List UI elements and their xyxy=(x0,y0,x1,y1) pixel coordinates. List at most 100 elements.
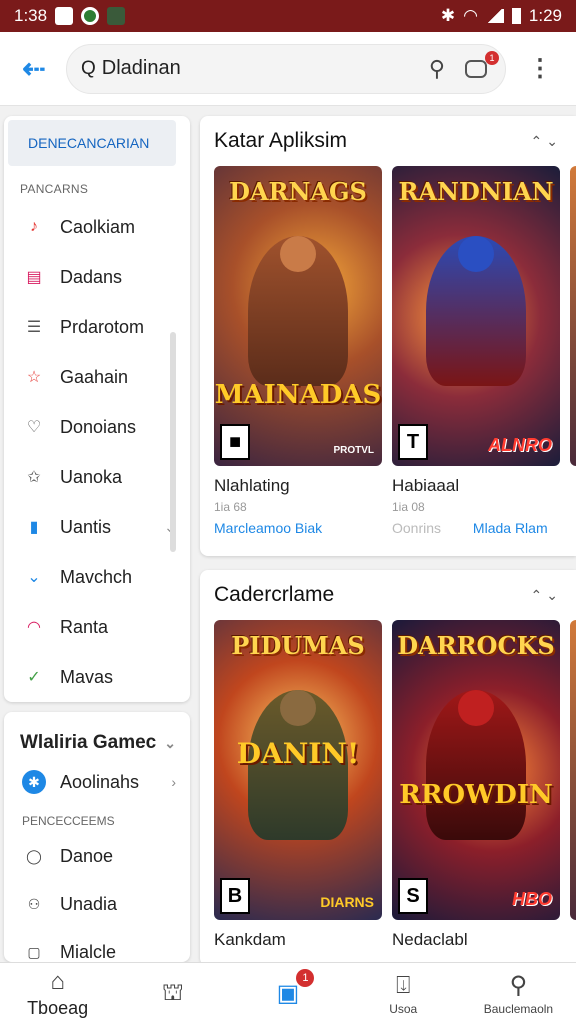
nav-item[interactable]: ⌂ Tboeag xyxy=(0,963,115,1024)
sidebar-item[interactable]: ☆ Gaahain xyxy=(4,352,190,402)
sidebar2-item[interactable]: ✱ Aoolinahs › xyxy=(4,758,190,806)
nav-item-label: Usoa xyxy=(389,1001,418,1016)
cover-character xyxy=(248,236,348,386)
chat-button[interactable]: 1 xyxy=(465,50,499,81)
image-notification-icon xyxy=(107,7,126,25)
sidebar2-title-text: Wlaliria Gamec xyxy=(20,732,157,753)
cover-title: MAINADAS xyxy=(214,380,382,410)
sidebar2-item-label: Danoe xyxy=(60,845,114,866)
bluetooth-icon: ✱ xyxy=(440,6,456,25)
sidebar-item-label: Caolkiam xyxy=(60,216,136,237)
next-card-preview[interactable] xyxy=(570,166,576,466)
nav-item[interactable]: ⚲ Bauclemaoln xyxy=(461,963,576,1024)
back-arrow-icon[interactable]: ⇠ xyxy=(16,51,52,87)
home-icon: ⌂ xyxy=(50,968,65,995)
collapse-arrows-icon[interactable]: ⌃⌄ xyxy=(531,133,562,150)
search-prefix-icon: Q xyxy=(81,57,96,79)
app-notification-icon xyxy=(81,7,100,25)
sidebar-item-label: Gaahain xyxy=(60,366,129,387)
sidebar-item-label: Prdarotom xyxy=(60,316,145,337)
sidebar-item[interactable]: ✩ Uanoka xyxy=(4,452,190,502)
sidebar-item[interactable]: ☰ Prdarotom xyxy=(4,302,190,352)
search-box[interactable]: Q ⚲ 1 xyxy=(66,43,506,94)
sidebar2-item[interactable]: ⚇ Unadia xyxy=(4,880,190,928)
sidebar-item[interactable]: ▤ Dadans xyxy=(4,252,190,302)
sidebar2-subheader: PENCECCEEMS xyxy=(22,814,115,828)
section-games: Cadercrlame ⌃⌄ PIDUMAS DANIN! B DIARNS K… xyxy=(200,570,576,966)
nav-item[interactable]: ⍗ Usoa xyxy=(346,963,461,1024)
age-rating-icon: S xyxy=(398,878,428,914)
sidebar2-title[interactable]: Wlaliria Gamec ⌄ xyxy=(4,712,190,754)
game-title[interactable]: Nedaclabl xyxy=(392,930,560,950)
collapse-arrows-icon[interactable]: ⌃⌄ xyxy=(531,587,562,604)
secondary-sidebar: Wlaliria Gamec ⌄ ✱ Aoolinahs › PENCECCEE… xyxy=(4,712,190,962)
search-icon[interactable]: ⚲ xyxy=(429,56,445,82)
sidebar-item[interactable]: ◠ Ranta xyxy=(4,602,190,652)
game-link-secondary[interactable]: Mlada Rlam xyxy=(473,520,548,536)
sidebar-item[interactable]: ⌄ Mavchch xyxy=(4,552,190,602)
game-card[interactable]: PIDUMAS DANIN! B DIARNS Kankdam xyxy=(214,620,382,950)
game-link[interactable]: Marcleamoo Biak xyxy=(214,520,382,536)
sidebar2-list: ◯ Danoe ⚇ Unadia ▢ Mialcle xyxy=(4,832,190,962)
nav-item[interactable]: ⛫ xyxy=(115,963,230,1024)
game-status: Oonrins xyxy=(392,520,442,536)
chart-icon: ▮ xyxy=(29,519,39,536)
wifi-icon: ◠ xyxy=(463,6,478,25)
circle-icon: ◯ xyxy=(26,847,42,864)
game-meta: 1ia 08 xyxy=(392,500,425,514)
more-options-icon[interactable]: ⋮ xyxy=(528,54,552,83)
game-meta: 1ia 68 xyxy=(214,500,247,514)
game-card[interactable]: RANDNIAN T ALNRO Habiaaal 1ia 08 Oonrins… xyxy=(392,166,560,536)
category-sidebar: DENECANCARIAN PANCARNS ♪ Caolkiam ▤ Dadans ☰… xyxy=(4,116,190,702)
box-icon: ▢ xyxy=(27,943,41,960)
download-icon: ⌄ xyxy=(27,569,41,586)
sidebar-item[interactable]: ✓ Mavas xyxy=(4,652,190,702)
search-input[interactable] xyxy=(101,57,402,80)
publisher-logo: HBO xyxy=(512,889,552,909)
account-icon: ⚲ xyxy=(509,972,528,999)
sidebar2-item[interactable]: ◯ Danoe xyxy=(4,832,190,880)
cover-character xyxy=(426,690,526,840)
cover-title: DANIN! xyxy=(236,737,360,770)
sidebar-header[interactable]: DENECANCARIAN xyxy=(8,120,176,166)
sidebar2-item[interactable]: ▢ Mialcle xyxy=(4,928,190,962)
card-row: DARNAGS MAINADAS ■ PROTVL Nlahlating 1ia… xyxy=(200,166,576,556)
game-cover-image[interactable]: DARROCKS RROWDIN S HBO xyxy=(392,620,560,920)
game-card[interactable]: DARNAGS MAINADAS ■ PROTVL Nlahlating 1ia… xyxy=(214,166,382,536)
app-bar: ⇠ Q ⚲ 1 ⋮ xyxy=(0,32,576,106)
game-title[interactable]: Kankdam xyxy=(214,930,382,950)
game-cover-image[interactable]: PIDUMAS DANIN! B DIARNS xyxy=(214,620,382,920)
cover-logo: RANDNIAN xyxy=(398,177,554,206)
check-icon: ✓ xyxy=(27,669,41,686)
sidebar-subheader: PANCARNS xyxy=(20,182,89,196)
next-card-preview[interactable] xyxy=(570,620,576,920)
sidebar-scrollbar[interactable] xyxy=(170,332,176,552)
cover-logo: DARNAGS xyxy=(229,177,367,206)
game-title[interactable]: Habiaaal xyxy=(392,476,560,496)
cover-logo: PIDUMAS xyxy=(231,631,365,660)
nav-item[interactable]: ▣ 1 xyxy=(230,963,345,1024)
sidebar-item-label: Mavas xyxy=(60,666,114,687)
cover-logo: DARROCKS xyxy=(397,631,555,660)
card-row: PIDUMAS DANIN! B DIARNS Kankdam DARROCKS… xyxy=(200,620,576,966)
publisher-logo: ALNRO xyxy=(488,435,552,455)
sidebar-item[interactable]: ♪ Caolkiam xyxy=(4,202,190,252)
store-icon: ▤ xyxy=(26,269,42,286)
chevron-right-icon: › xyxy=(171,774,176,790)
sidebar-item[interactable]: ♡ Donoians xyxy=(4,402,190,452)
game-title[interactable]: Nlahlating xyxy=(214,476,382,496)
cover-character xyxy=(426,236,526,386)
sidebar-item-label: Mavchch xyxy=(60,566,133,587)
section-title: Cadercrlame xyxy=(214,583,335,606)
game-cover-image[interactable]: RANDNIAN T ALNRO xyxy=(392,166,560,466)
game-cover-image[interactable]: DARNAGS MAINADAS ■ PROTVL xyxy=(214,166,382,466)
chat-icon xyxy=(465,59,487,78)
age-rating-icon: T xyxy=(398,424,428,460)
sidebar-item-label: Ranta xyxy=(60,616,109,637)
sidebar-item[interactable]: ▮Uantis⌄ xyxy=(4,502,190,552)
age-rating-icon: B xyxy=(220,878,250,914)
section-featured: Katar Apliksim ⌃⌄ DARNAGS MAINADAS ■ PRO… xyxy=(200,116,576,556)
game-card[interactable]: DARROCKS RROWDIN S HBO Nedaclabl xyxy=(392,620,560,950)
music-icon: ♪ xyxy=(30,218,38,235)
list-icon: ☰ xyxy=(26,319,42,336)
